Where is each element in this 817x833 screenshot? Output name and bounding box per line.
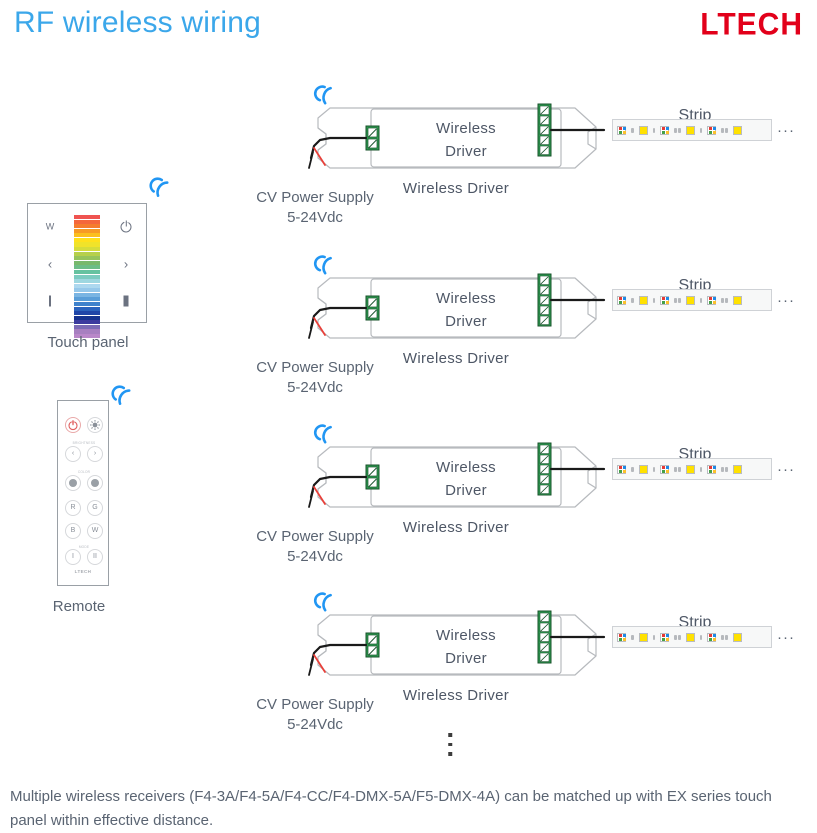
led-rgb [707, 464, 716, 474]
wireless-driver-schematic [308, 610, 606, 676]
resistor [652, 634, 655, 640]
led-rgb [660, 632, 669, 642]
driver-title-line-1: Wireless [436, 120, 496, 137]
resistor [678, 297, 681, 303]
led-strip [612, 119, 772, 141]
resistor [725, 466, 728, 472]
led-rgb [660, 464, 669, 474]
resistor [652, 466, 655, 472]
resistor [725, 634, 728, 640]
driver-caption: Wireless Driver [402, 350, 510, 367]
power-supply-label-line-2: 5-24Vdc [287, 379, 343, 396]
led-strip [612, 626, 772, 648]
resistor [721, 634, 724, 640]
ellipsis-dot [448, 742, 452, 746]
page-title: RF wireless wiring [14, 6, 261, 39]
strip-continuation-dots: ··· [777, 292, 795, 309]
footer-note: Multiple wireless receivers (F4-3A/F4-5A… [10, 788, 772, 829]
resistor [699, 466, 702, 472]
led-white [732, 125, 742, 135]
wireless-driver-row: Wireless Driver Wireless Driver CV Power Su… [0, 589, 817, 749]
led-rgb [707, 632, 716, 642]
resistor [721, 466, 724, 472]
led-white [732, 464, 742, 474]
resistor [721, 297, 724, 303]
led-rgb [660, 295, 669, 305]
resistor [678, 127, 681, 133]
resistor [674, 127, 677, 133]
led-strip [612, 289, 772, 311]
strip-continuation-dots: ··· [777, 629, 795, 646]
resistor [631, 127, 634, 133]
resistor [652, 127, 655, 133]
ellipsis-dot [448, 752, 452, 756]
resistor [678, 466, 681, 472]
resistor [678, 634, 681, 640]
gradient-band [74, 242, 100, 247]
wireless-driver-schematic [308, 103, 606, 169]
led-white [638, 632, 648, 642]
power-supply-label-line-2: 5-24Vdc [287, 548, 343, 565]
resistor [721, 127, 724, 133]
power-supply-label-line-1: CV Power Supply [256, 696, 374, 713]
led-white [638, 464, 648, 474]
diagram-page: RF wireless wiring LTECH W ‹ › Touch pan… [0, 0, 817, 830]
resistor [725, 127, 728, 133]
led-strip [612, 458, 772, 480]
led-rgb [707, 295, 716, 305]
resistor [699, 634, 702, 640]
led-rgb [707, 125, 716, 135]
resistor [652, 297, 655, 303]
wireless-driver-schematic [308, 273, 606, 339]
led-white [685, 632, 695, 642]
power-supply-label-line-2: 5-24Vdc [287, 209, 343, 226]
driver-title-line-2: Driver [445, 313, 487, 330]
strip-continuation-dots: ··· [777, 461, 795, 478]
driver-title-line-2: Driver [445, 482, 487, 499]
led-rgb [660, 125, 669, 135]
led-white [638, 125, 648, 135]
gradient-band [74, 247, 100, 252]
led-white [732, 632, 742, 642]
led-white [685, 464, 695, 474]
strip-continuation-dots: ··· [777, 122, 795, 139]
resistor [699, 297, 702, 303]
resistor [631, 634, 634, 640]
driver-title-line-1: Wireless [436, 627, 496, 644]
driver-title-line-1: Wireless [436, 290, 496, 307]
ellipsis-dot [448, 733, 452, 737]
brand-logo: LTECH [700, 7, 803, 42]
resistor [674, 466, 677, 472]
led-rgb [617, 295, 626, 305]
driver-caption: Wireless Driver [402, 519, 510, 536]
led-rgb [617, 125, 626, 135]
led-white [732, 295, 742, 305]
led-rgb [617, 632, 626, 642]
wireless-driver-schematic [308, 442, 606, 508]
power-supply-label-line-1: CV Power Supply [256, 528, 374, 545]
continuation-ellipsis [448, 733, 452, 756]
power-supply-label-line-1: CV Power Supply [256, 359, 374, 376]
led-white [685, 125, 695, 135]
resistor [631, 466, 634, 472]
wireless-driver-row: Wireless Driver Wireless Driver CV Power Su… [0, 82, 817, 242]
resistor [725, 297, 728, 303]
resistor [699, 127, 702, 133]
led-white [638, 295, 648, 305]
resistor [674, 634, 677, 640]
driver-caption: Wireless Driver [402, 180, 510, 197]
wireless-driver-row: Wireless Driver Wireless Driver CV Power Su… [0, 421, 817, 581]
driver-title-line-2: Driver [445, 143, 487, 160]
driver-title-line-1: Wireless [436, 459, 496, 476]
led-rgb [617, 464, 626, 474]
power-supply-label-line-1: CV Power Supply [256, 189, 374, 206]
wireless-driver-row: Wireless Driver Wireless Driver CV Power Su… [0, 252, 817, 412]
driver-title-line-2: Driver [445, 650, 487, 667]
resistor [674, 297, 677, 303]
resistor [631, 297, 634, 303]
driver-caption: Wireless Driver [402, 687, 510, 704]
power-supply-label-line-2: 5-24Vdc [287, 716, 343, 733]
led-white [685, 295, 695, 305]
